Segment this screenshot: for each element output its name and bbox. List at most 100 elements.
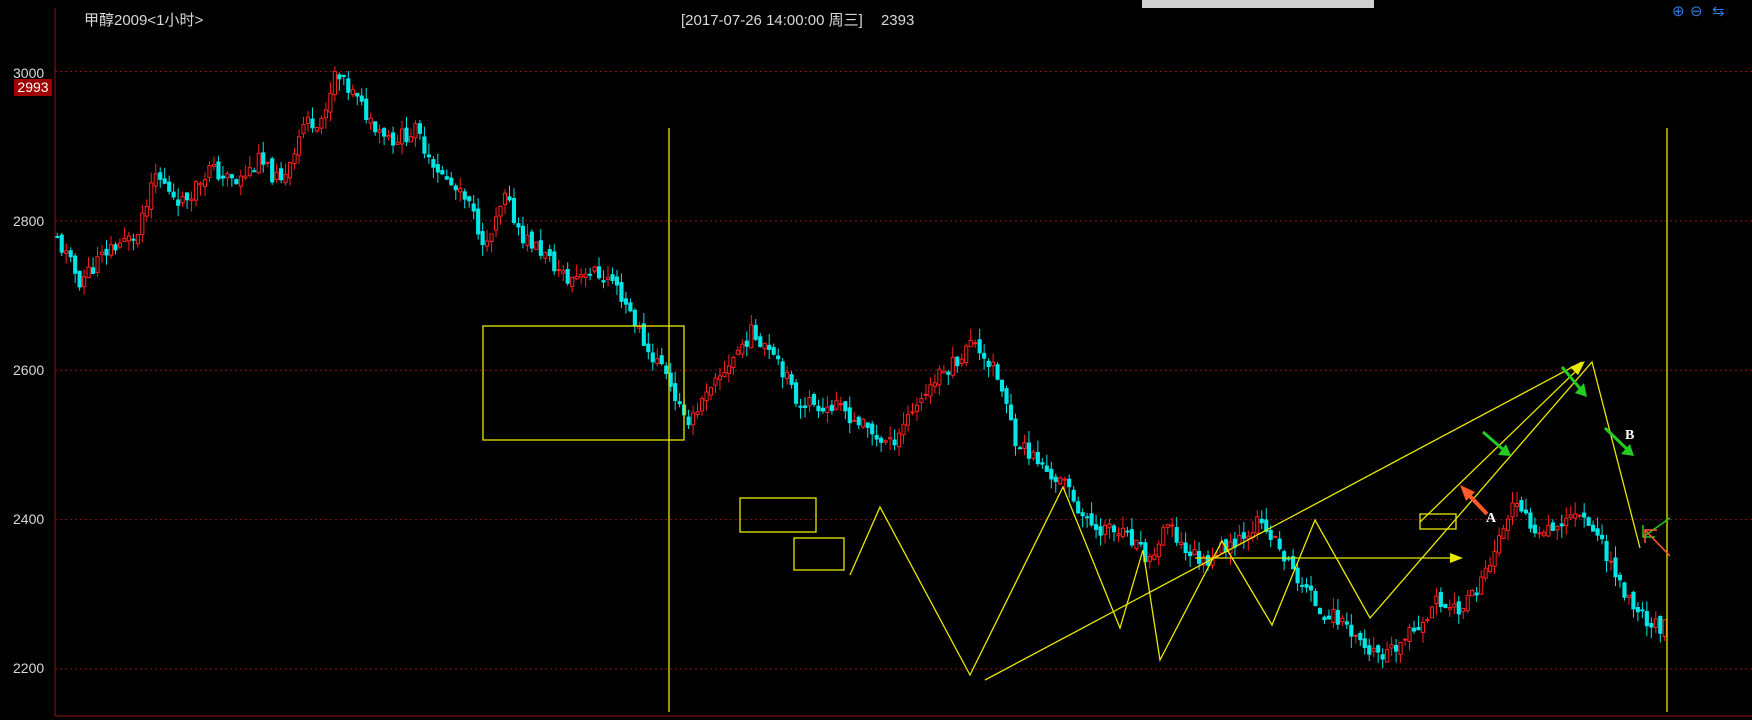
candle-body [104,248,109,256]
candle [731,355,736,376]
candle [1058,476,1063,485]
candle-body [717,375,723,381]
candle [185,192,190,209]
candle [408,128,414,143]
candle-body [135,234,140,245]
candle-body [995,364,1000,380]
candle [1295,563,1300,591]
candle-body [525,234,530,246]
range-box-1 [482,325,685,441]
candle-body [1474,592,1479,596]
candle-body [476,208,481,235]
candle-body [1353,634,1358,637]
candle-body [1322,616,1327,621]
candle-body [1295,567,1300,584]
candle [1649,617,1654,639]
candle [1362,629,1367,655]
candle [399,120,405,155]
candle [144,199,149,222]
candle-body [910,411,915,414]
candle-body [1541,531,1546,537]
grid-layer [55,70,1752,670]
candle [1456,595,1461,624]
candle-body [314,126,320,132]
candle [592,265,597,274]
candle-body [883,440,888,443]
candle-body [391,132,396,146]
candle [386,129,391,141]
candle [1026,431,1031,466]
candle-body [1380,654,1385,660]
candle-body [1608,560,1614,563]
candle [1080,508,1085,528]
candle [1658,615,1663,643]
candle-body [1004,388,1009,404]
candle [283,163,288,186]
candle [838,396,843,412]
candle-body [1174,527,1179,543]
candle-layer [55,66,1667,669]
candle-body [950,356,955,376]
candle-body [1340,617,1345,623]
candle-body [659,355,664,365]
candle [122,227,127,243]
range-box-3 [793,537,845,571]
candle-body [1273,535,1278,538]
candle [511,188,517,225]
candle [1188,544,1193,567]
candle [677,393,682,408]
candle [261,142,266,173]
candle-body [1644,611,1649,627]
candle-body [802,405,808,409]
candle [1568,505,1573,521]
candle [391,126,396,154]
candle [82,269,87,295]
candle [440,165,445,175]
zigzag-wave [849,360,1641,677]
candle-body [1246,535,1251,540]
candle [167,175,172,195]
candle [1273,535,1278,538]
candlestick-plot[interactable]: A B [0,0,1752,720]
candle [820,397,826,414]
candle [879,435,884,452]
candle [973,339,978,348]
candle [1138,530,1143,548]
candle-body [740,343,745,355]
candle-body [1358,632,1363,641]
candle-body [744,340,749,347]
candle-body [1107,523,1112,529]
candle [785,365,790,385]
candle-body [64,250,69,254]
candle [126,231,131,251]
candle [1613,546,1618,587]
candle [605,266,611,287]
candle-body [561,270,566,274]
candle [1622,581,1627,601]
candle-body [691,412,696,426]
candle [968,329,973,348]
candle-body [1626,594,1632,598]
candle-body [346,78,351,93]
candle-body [341,74,346,77]
candle [883,439,888,445]
candle [256,144,261,175]
chart-panel[interactable]: 甲醇2009<1小时> [2017-07-26 14:00:00 周三] 239… [0,0,1752,720]
candle-body [892,439,897,446]
candle [413,120,418,147]
candle [1425,616,1430,624]
candle [238,169,243,196]
candle [1519,496,1524,513]
candle [1591,520,1596,532]
candle-body [583,273,588,278]
candle [77,270,82,291]
candle [1241,522,1246,549]
candle-body [1255,516,1260,534]
candle [1035,440,1040,467]
candle [453,183,458,200]
green-outline-arrow [1642,517,1671,538]
candle-body [176,199,181,206]
candle-body [753,324,758,340]
candle-body [856,416,861,426]
candle-body [552,251,557,272]
